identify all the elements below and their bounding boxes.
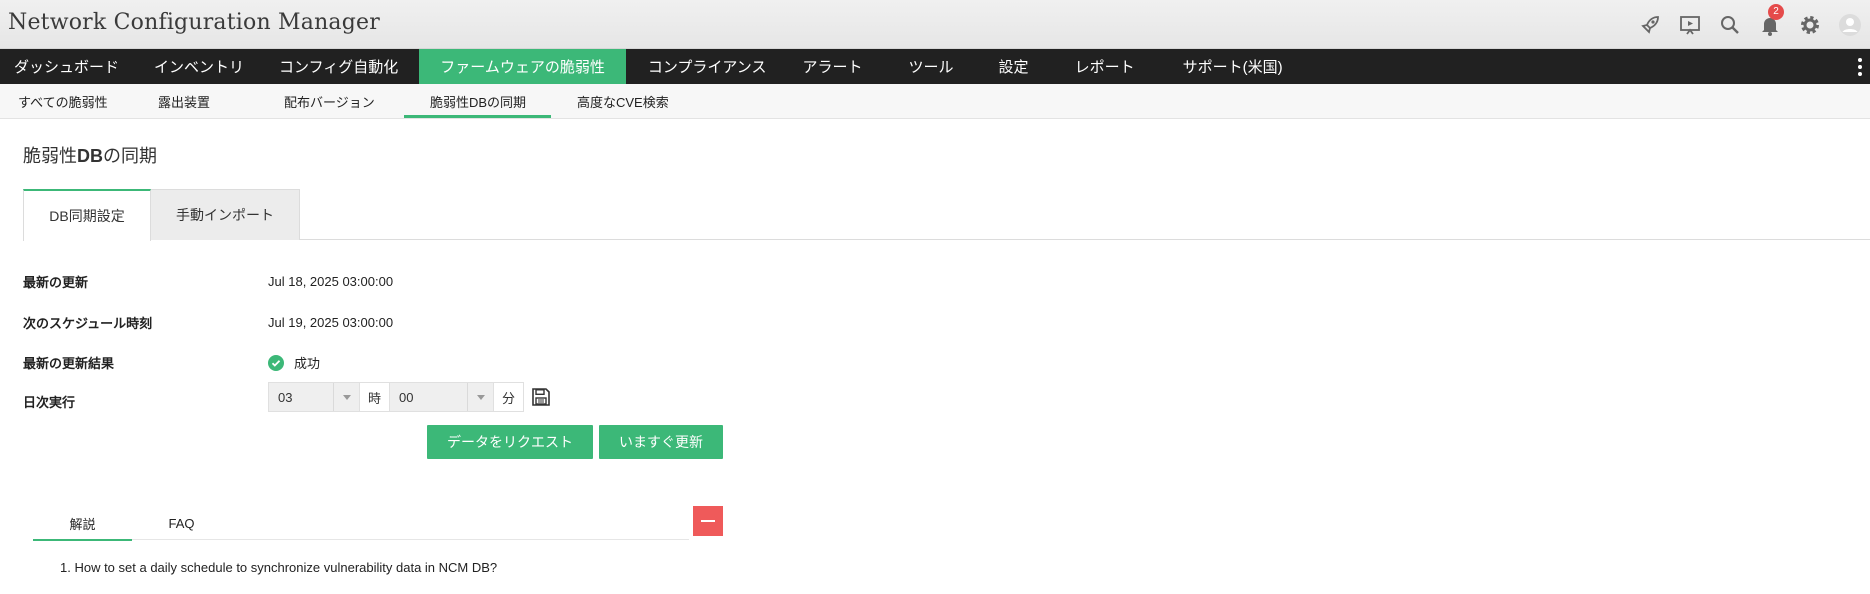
tab-db-sync-settings[interactable]: DB同期設定 [23,189,151,241]
last-update-value: Jul 18, 2025 03:00:00 [268,274,394,289]
daily-run-controls: 03 時 00 分 [268,382,556,412]
last-update-label: 最新の更新 [23,275,89,290]
sub-nav: すべての脆弱性 露出装置 配布バージョン 脆弱性DBの同期 高度なCVE検索 [0,84,1870,119]
help-tabs: 解説 FAQ [33,506,689,541]
gear-icon[interactable] [1790,0,1830,49]
rocket-icon[interactable] [1630,0,1670,49]
main-nav: ダッシュボード インベントリ コンフィグ自動化 ファームウェアの脆弱性 コンプラ… [0,49,1870,84]
hour-select-value: 03 [278,389,293,405]
nav-config-automation[interactable]: コンフィグ自動化 [265,49,419,84]
presentation-play-icon[interactable] [1670,0,1710,49]
nav-inventory[interactable]: インベントリ [140,49,265,84]
chevron-down-icon [333,383,359,411]
settings-tabs: DB同期設定 手動インポート [23,189,1870,241]
daily-run-label: 日次実行 [23,394,76,410]
subnav-exposed-devices[interactable]: 露出装置 [137,84,259,118]
row-daily-run: 日次実行 03 時 00 分 [23,382,556,412]
row-next-schedule: 次のスケジュール時刻 Jul 19, 2025 03:00:00 [23,313,393,332]
page-title-prefix: 脆弱性 [23,146,77,166]
notification-badge: 2 [1768,4,1784,20]
minute-select[interactable]: 00 [390,382,494,412]
tab-manual-import[interactable]: 手動インポート [151,189,300,240]
page-title: 脆弱性DBの同期 [23,142,157,168]
collapse-help-button[interactable] [693,506,723,536]
last-result-value: 成功 [294,356,321,371]
minute-unit-label: 分 [494,382,524,412]
nav-compliance[interactable]: コンプライアンス [626,49,788,84]
nav-alerts[interactable]: アラート [788,49,895,84]
nav-dashboard[interactable]: ダッシュボード [0,49,140,84]
success-check-icon [268,354,284,371]
save-icon[interactable] [526,382,556,412]
minus-icon [701,520,715,522]
last-result-label: 最新の更新結果 [23,356,115,371]
row-last-update: 最新の更新 Jul 18, 2025 03:00:00 [23,272,393,291]
app-title: Network Configuration Manager [8,10,380,35]
page-title-bold: DB [77,146,103,166]
next-schedule-label: 次のスケジュール時刻 [23,316,153,331]
next-schedule-value: Jul 19, 2025 03:00:00 [268,315,394,330]
app-header: Network Configuration Manager 2 [0,0,1870,49]
subnav-vulnerability-db-sync[interactable]: 脆弱性DBの同期 [404,84,551,118]
subnav-distributed-versions[interactable]: 配布バージョン [259,84,404,118]
nav-settings[interactable]: 設定 [985,49,1062,84]
bell-icon[interactable]: 2 [1750,0,1790,49]
last-result-status: 成功 [268,353,320,372]
hour-unit-label: 時 [360,382,390,412]
search-icon[interactable] [1710,0,1750,49]
page-title-suffix: の同期 [103,146,157,166]
chevron-down-icon [467,383,493,411]
nav-reports[interactable]: レポート [1062,49,1169,84]
header-icons: 2 [1630,0,1870,49]
nav-firmware-vulnerability[interactable]: ファームウェアの脆弱性 [419,49,626,84]
more-options-icon[interactable] [1858,49,1862,84]
user-avatar-icon[interactable] [1830,0,1870,49]
update-now-button[interactable]: いますぐ更新 [599,425,723,459]
nav-tools[interactable]: ツール [895,49,985,84]
request-data-button[interactable]: データをリクエスト [427,425,593,459]
subnav-all-vulnerabilities[interactable]: すべての脆弱性 [0,84,137,118]
subnav-advanced-cve-search[interactable]: 高度なCVE検索 [551,84,694,118]
minute-select-value: 00 [399,389,414,405]
help-list-item[interactable]: 1. How to set a daily schedule to synchr… [60,560,497,575]
row-last-result: 最新の更新結果 成功 [23,353,320,372]
nav-support[interactable]: サポート(米国) [1169,49,1304,84]
help-tab-faq[interactable]: FAQ [132,506,231,540]
help-tab-explanation[interactable]: 解説 [33,506,132,541]
hour-select[interactable]: 03 [268,382,360,412]
